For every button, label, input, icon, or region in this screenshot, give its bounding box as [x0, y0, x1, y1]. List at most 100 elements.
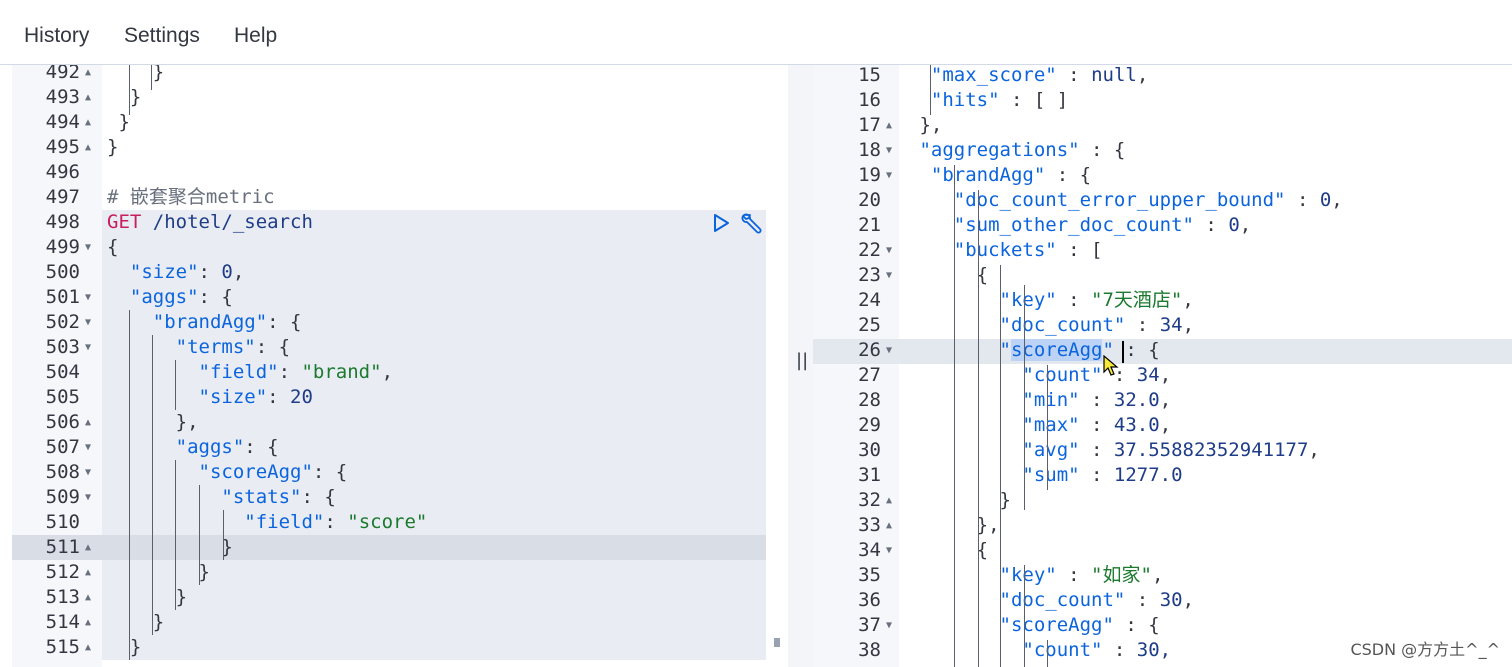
code-text: "max_score" : null,	[930, 65, 1149, 86]
indent-guide	[978, 190, 979, 667]
code-line: 36 "doc_count" : 30,	[813, 588, 1512, 613]
indent-guide	[129, 65, 130, 115]
indent-guide	[129, 310, 130, 660]
menu-history[interactable]: History	[24, 24, 89, 48]
mouse-pointer-icon	[1103, 354, 1119, 382]
line-number: 497	[45, 186, 80, 208]
code-text: # 嵌套聚合metric	[107, 186, 275, 208]
fold-collapse-icon[interactable]: ▼	[85, 485, 91, 510]
line-number: 36	[858, 589, 881, 611]
fold-expand-icon[interactable]: ▲	[85, 585, 91, 610]
code-line: 495 ▲}	[12, 135, 788, 160]
line-number: 33	[858, 514, 881, 536]
menu-settings[interactable]: Settings	[124, 24, 200, 48]
request-editor[interactable]: 492 ▲ } 493 ▲ } 494 ▲ } 495 ▲} 496 497 # 嵌套聚合metri…	[12, 65, 788, 667]
fold-expand-icon[interactable]: ▲	[85, 560, 91, 585]
wrench-icon[interactable]	[739, 211, 765, 240]
indent-guide	[151, 65, 152, 90]
line-number: 22	[858, 239, 881, 261]
fold-collapse-icon[interactable]: ▼	[85, 460, 91, 485]
fold-expand-icon[interactable]: ▲	[85, 85, 91, 110]
indent-guide	[1047, 640, 1048, 667]
fold-expand-icon[interactable]: ▲	[85, 110, 91, 135]
code-text: "brandAgg" : {	[930, 164, 1092, 186]
line-number: 503	[45, 336, 80, 358]
indent-guide	[175, 460, 176, 610]
line-number: 21	[858, 214, 881, 236]
code-text: "max" : 43.0,	[1022, 414, 1172, 436]
fold-expand-icon[interactable]: ▲	[85, 635, 91, 660]
code-text: }	[107, 111, 130, 133]
fold-collapse-icon[interactable]: ▼	[886, 163, 892, 188]
scrollbar-thumb[interactable]	[774, 638, 780, 647]
code-text: "hits" : [ ]	[930, 89, 1069, 111]
fold-expand-icon[interactable]: ▲	[85, 135, 91, 160]
code-line: 23 ▼ {	[813, 263, 1512, 288]
menu-help[interactable]: Help	[234, 24, 277, 48]
line-number: 505	[45, 386, 80, 408]
fold-collapse-icon[interactable]: ▼	[85, 235, 91, 260]
line-number: 511	[45, 536, 80, 558]
line-number: 37	[858, 614, 881, 636]
fold-expand-icon[interactable]: ▲	[85, 610, 91, 635]
line-number: 513	[45, 586, 80, 608]
fold-expand-icon[interactable]: ▲	[85, 65, 91, 85]
line-number: 32	[858, 489, 881, 511]
indent-guide	[152, 335, 153, 635]
code-line: 34 ▼ {	[813, 538, 1512, 563]
line-number: 510	[45, 511, 80, 533]
indent-guide	[954, 165, 955, 667]
fold-collapse-icon[interactable]: ▼	[886, 138, 892, 163]
fold-collapse-icon[interactable]: ▼	[886, 538, 892, 563]
fold-collapse-icon[interactable]: ▼	[85, 310, 91, 335]
fold-expand-icon[interactable]: ▲	[85, 410, 91, 435]
line-number: 506	[45, 411, 80, 433]
fold-collapse-icon[interactable]: ▼	[886, 613, 892, 638]
code-text: "stats": {	[221, 486, 336, 508]
code-text: },	[919, 114, 943, 136]
fold-collapse-icon[interactable]: ▼	[886, 263, 892, 288]
line-number: 35	[858, 564, 881, 586]
code-text: "doc_count_error_upper_bound" : 0,	[953, 189, 1343, 211]
indent-guide	[175, 360, 176, 410]
play-icon[interactable]	[711, 213, 731, 238]
fold-collapse-icon[interactable]: ▼	[886, 238, 892, 263]
line-number: 493	[45, 86, 80, 108]
line-number: 18	[858, 139, 881, 161]
line-number: 500	[45, 261, 80, 283]
code-line: 20 "doc_count_error_upper_bound" : 0,	[813, 188, 1512, 213]
code-line: 33 ▲ },	[813, 513, 1512, 538]
fold-expand-icon[interactable]: ▲	[886, 488, 892, 513]
resize-grip-icon[interactable]: ||	[796, 350, 808, 371]
line-number: 27	[858, 364, 881, 386]
code-text: "terms": {	[175, 336, 291, 358]
line-number: 512	[45, 561, 80, 583]
fold-expand-icon[interactable]: ▲	[85, 535, 91, 560]
line-number: 507	[45, 436, 80, 458]
line-number: 508	[45, 461, 80, 483]
fold-expand-icon[interactable]: ▲	[886, 513, 892, 538]
fold-collapse-icon[interactable]: ▼	[886, 338, 892, 363]
fold-collapse-icon[interactable]: ▼	[85, 435, 91, 460]
code-text: {	[976, 264, 989, 286]
code-line: 497 # 嵌套聚合metric	[12, 185, 788, 210]
watermark: CSDN @方方土^_^	[1350, 640, 1500, 659]
text-cursor	[1122, 341, 1124, 363]
fold-collapse-icon[interactable]: ▼	[85, 285, 91, 310]
line-number: 20	[858, 189, 881, 211]
line-number: 29	[858, 414, 881, 436]
fold-expand-icon[interactable]: ▲	[886, 113, 892, 138]
code-line: 30 "avg" : 37.55882352941177,	[813, 438, 1512, 463]
line-number: 509	[45, 486, 80, 508]
line-number: 16	[858, 89, 881, 111]
line-number: 492	[45, 65, 80, 83]
code-line: 24 "key" : "7天酒店",	[813, 288, 1512, 313]
indent-guide	[199, 485, 200, 585]
code-text: "size": 20	[198, 386, 313, 408]
code-text: }	[129, 636, 142, 658]
code-line: 31 "sum" : 1277.0	[813, 463, 1512, 488]
code-line: 21 "sum_other_doc_count" : 0,	[813, 213, 1512, 238]
fold-collapse-icon[interactable]: ▼	[85, 335, 91, 360]
line-number: 25	[858, 314, 881, 336]
line-number: 504	[45, 361, 80, 383]
